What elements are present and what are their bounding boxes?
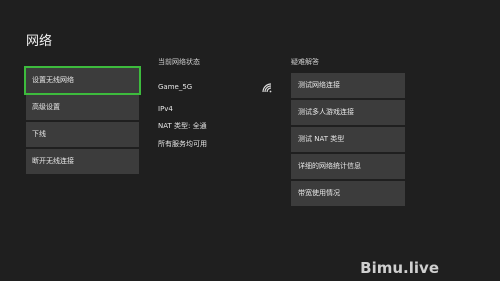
test-multiplayer-connection-button[interactable]: 测试多人游戏连接 xyxy=(291,100,405,125)
services-status: 所有服务均可用 xyxy=(158,140,207,148)
test-nat-type-button[interactable]: 测试 NAT 类型 xyxy=(291,127,405,152)
nat-type: NAT 类型: 全通 xyxy=(158,122,207,130)
troubleshoot-panel: 疑难解答 测试网络连接 测试多人游戏连接 测试 NAT 类型 详细的网络统计信息… xyxy=(291,57,405,208)
wifi-icon xyxy=(262,83,272,93)
watermark: Bimu.live xyxy=(360,259,439,277)
page-title: 网络 xyxy=(26,34,53,49)
troubleshoot-heading: 疑难解答 xyxy=(291,58,319,66)
network-menu: 设置无线网络 高级设置 下线 断开无线连接 xyxy=(24,66,141,176)
go-offline-button[interactable]: 下线 xyxy=(26,122,139,147)
troubleshoot-list: 测试网络连接 测试多人游戏连接 测试 NAT 类型 详细的网络统计信息 带宽使用… xyxy=(291,73,405,206)
advanced-settings-button[interactable]: 高级设置 xyxy=(26,95,139,120)
detailed-network-statistics-button[interactable]: 详细的网络统计信息 xyxy=(291,154,405,179)
ip-version: IPv4 xyxy=(158,105,173,113)
network-status-heading: 当前网络状态 xyxy=(158,58,200,66)
set-up-wireless-network-button[interactable]: 设置无线网络 xyxy=(24,66,141,95)
disconnect-wireless-button[interactable]: 断开无线连接 xyxy=(26,149,139,174)
network-status-panel: 当前网络状态 Game_5G IPv4 NAT 类型: 全通 所有服务均可用 xyxy=(158,57,273,149)
network-name: Game_5G xyxy=(158,83,193,91)
bandwidth-usage-button[interactable]: 带宽使用情况 xyxy=(291,181,405,206)
test-network-connection-button[interactable]: 测试网络连接 xyxy=(291,73,405,98)
network-name-row: Game_5G xyxy=(158,83,273,93)
